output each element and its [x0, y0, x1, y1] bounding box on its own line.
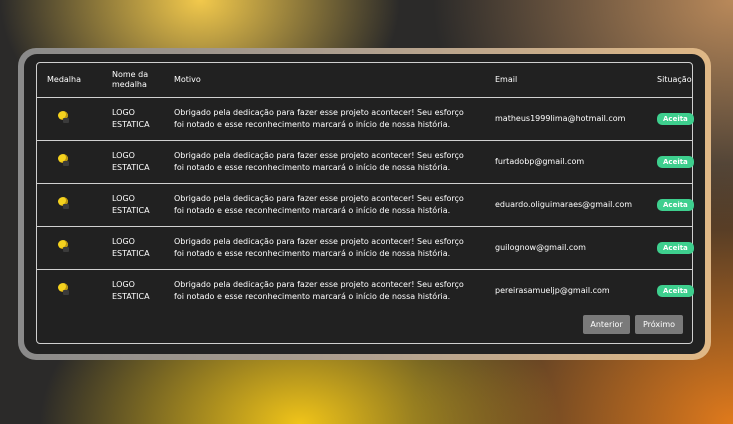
- status-cell: Aceita: [657, 183, 694, 227]
- motivo-cell: Obrigado pela dedicação para fazer esse …: [174, 270, 495, 313]
- table-row: LOGO ESTATICA Obrigado pela dedicação pa…: [37, 183, 694, 227]
- header-medalha: Medalha: [37, 63, 111, 98]
- medal-icon: [58, 110, 70, 123]
- motivo-line: Obrigado pela dedicação para fazer esse …: [174, 279, 464, 289]
- table-row: LOGO ESTATICA Obrigado pela dedicação pa…: [37, 226, 694, 270]
- motivo-line: foi notado e esse reconhecimento marcará…: [174, 120, 451, 129]
- medals-table-card: Medalha Nome da medalha Motivo Email Sit…: [36, 62, 694, 344]
- medal-name: LOGO ESTATICA: [111, 97, 174, 141]
- email-cell: furtadobp@gmail.com: [495, 140, 657, 184]
- email-cell: matheus1999lima@hotmail.com: [495, 97, 657, 141]
- medal-cell: [37, 270, 111, 313]
- status-badge: Aceita: [657, 198, 694, 211]
- previous-page-button[interactable]: Anterior: [583, 315, 630, 334]
- status-cell: Aceita: [657, 226, 694, 270]
- next-page-button[interactable]: Próximo: [635, 315, 683, 334]
- medal-cell: [37, 97, 111, 141]
- status-badge: Aceita: [657, 284, 694, 297]
- motivo-line: foi notado e esse reconhecimento marcará…: [174, 249, 451, 258]
- motivo-line: foi notado e esse reconhecimento marcará…: [174, 206, 451, 215]
- medal-name: LOGO ESTATICA: [111, 140, 174, 184]
- motivo-cell: Obrigado pela dedicação para fazer esse …: [174, 226, 495, 270]
- email-cell: eduardo.oliguimaraes@gmail.com: [495, 183, 657, 227]
- medal-icon: [58, 282, 70, 295]
- medal-icon: [58, 239, 70, 252]
- medal-name: LOGO ESTATICA: [112, 279, 150, 302]
- header-email: Email: [495, 63, 657, 98]
- email-cell: guilognow@gmail.com: [495, 226, 657, 270]
- medal-name: LOGO ESTATICA: [111, 226, 174, 270]
- medal-cell: [37, 140, 111, 184]
- status-badge: Aceita: [657, 155, 694, 168]
- medals-table: Medalha Nome da medalha Motivo Email Sit…: [37, 63, 694, 313]
- table-header-row: Medalha Nome da medalha Motivo Email Sit…: [37, 63, 692, 98]
- motivo-line: Obrigado pela dedicação para fazer esse …: [174, 150, 464, 160]
- motivo-line: foi notado e esse reconhecimento marcará…: [174, 292, 451, 301]
- medal-name: LOGO ESTATICA: [111, 183, 174, 227]
- header-nome-medalha: Nome da medalha: [111, 63, 174, 98]
- status-badge: Aceita: [657, 112, 694, 125]
- pagination: Anterior Próximo: [583, 315, 683, 334]
- header-motivo: Motivo: [174, 63, 495, 98]
- medal-icon: [58, 153, 70, 166]
- status-badge: Aceita: [657, 241, 694, 254]
- motivo-cell: Obrigado pela dedicação para fazer esse …: [174, 140, 495, 184]
- motivo-line: Obrigado pela dedicação para fazer esse …: [174, 193, 464, 203]
- medal-cell: [37, 226, 111, 270]
- table-row: LOGO ESTATICA Obrigado pela dedicação pa…: [37, 140, 694, 184]
- header-situacao: Situação: [657, 63, 692, 98]
- motivo-line: Obrigado pela dedicação para fazer esse …: [174, 107, 464, 117]
- email-cell: pereirasamueljp@gmail.com: [495, 285, 610, 295]
- status-cell: Aceita: [657, 140, 694, 184]
- table-row: LOGO ESTATICA Obrigado pela dedicação pa…: [37, 97, 694, 141]
- medal-icon: [58, 196, 70, 209]
- medal-cell: [37, 183, 111, 227]
- medals-panel: Medalha Nome da medalha Motivo Email Sit…: [24, 54, 705, 354]
- status-cell: Aceita: [657, 270, 694, 313]
- status-cell: Aceita: [657, 97, 694, 141]
- motivo-cell: Obrigado pela dedicação para fazer esse …: [174, 183, 495, 227]
- motivo-line: foi notado e esse reconhecimento marcará…: [174, 163, 451, 172]
- motivo-line: Obrigado pela dedicação para fazer esse …: [174, 236, 464, 246]
- table-row: LOGO ESTATICA Obrigado pela dedicação pa…: [37, 270, 694, 313]
- window-frame: Medalha Nome da medalha Motivo Email Sit…: [18, 48, 711, 360]
- motivo-cell: Obrigado pela dedicação para fazer esse …: [174, 97, 495, 141]
